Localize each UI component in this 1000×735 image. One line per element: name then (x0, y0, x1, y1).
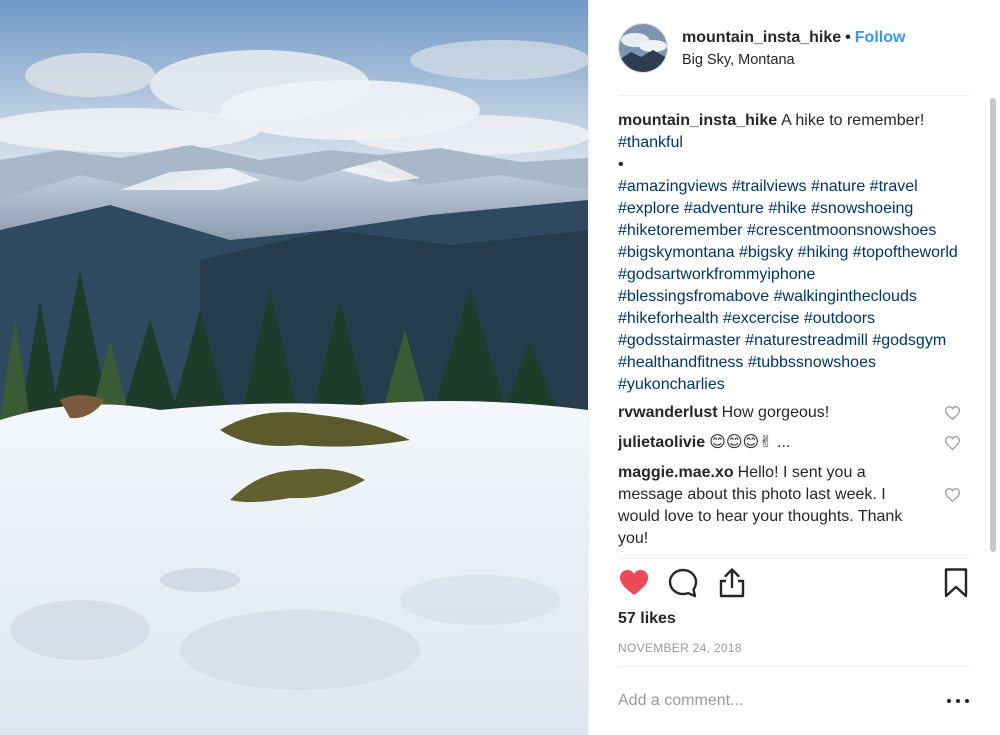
share-icon[interactable] (716, 567, 748, 599)
post-header: mountain_insta_hike • Follow Big Sky, Mont… (618, 23, 970, 96)
header-separator: • (845, 29, 851, 46)
follow-button[interactable]: Follow (855, 29, 906, 46)
location-link[interactable]: Big Sky, Montana (682, 52, 795, 68)
more-options-icon[interactable] (947, 694, 969, 708)
comment-like-icon[interactable] (945, 488, 960, 502)
divider (618, 666, 970, 667)
mountain-landscape-image (0, 0, 588, 735)
divider (618, 558, 970, 559)
comment-username[interactable]: rvwanderlust (618, 404, 718, 421)
caption-bullet: • (618, 156, 624, 173)
caption-hashtag-thankful[interactable]: #thankful (618, 132, 970, 154)
heart-filled-icon[interactable] (618, 567, 650, 599)
comments-list[interactable]: mountain_insta_hike A hike to remember! #… (618, 110, 970, 558)
caption: mountain_insta_hike A hike to remember! #… (618, 110, 970, 396)
comment-item: rvwanderlust How gorgeous! (618, 402, 970, 424)
caption-text: A hike to remember! (781, 112, 925, 129)
header-username[interactable]: mountain_insta_hike (682, 29, 841, 46)
caption-username[interactable]: mountain_insta_hike (618, 112, 777, 129)
comment-username[interactable]: julietaolivie (618, 434, 705, 451)
add-comment-input[interactable] (618, 686, 928, 716)
post-details-panel: mountain_insta_hike • Follow Big Sky, Mont… (588, 0, 1000, 735)
comment-item: julietaolivie 😊😊😊✌ ... (618, 432, 970, 454)
action-bar (618, 567, 970, 603)
comments-scrollbar[interactable] (990, 98, 996, 552)
comment-text: How gorgeous! (721, 404, 830, 421)
likes-count[interactable]: 57 likes (618, 610, 676, 628)
avatar[interactable] (618, 23, 668, 73)
avatar-image (619, 24, 667, 72)
caption-hashtags[interactable]: #amazingviews #trailviews #nature #trave… (618, 176, 970, 396)
comment-like-icon[interactable] (945, 406, 960, 420)
comment-like-icon[interactable] (945, 436, 960, 450)
bookmark-icon[interactable] (940, 567, 972, 599)
post-photo[interactable] (0, 0, 588, 735)
instagram-post: mountain_insta_hike • Follow Big Sky, Mont… (0, 0, 1000, 735)
comment-item: maggie.mae.xo Hello! I sent you a message… (618, 462, 970, 550)
comment-username[interactable]: maggie.mae.xo (618, 464, 734, 481)
post-date: NOVEMBER 24, 2018 (618, 641, 742, 655)
comment-bubble-icon[interactable] (667, 567, 699, 599)
comment-text: 😊😊😊✌ ... (709, 434, 791, 451)
